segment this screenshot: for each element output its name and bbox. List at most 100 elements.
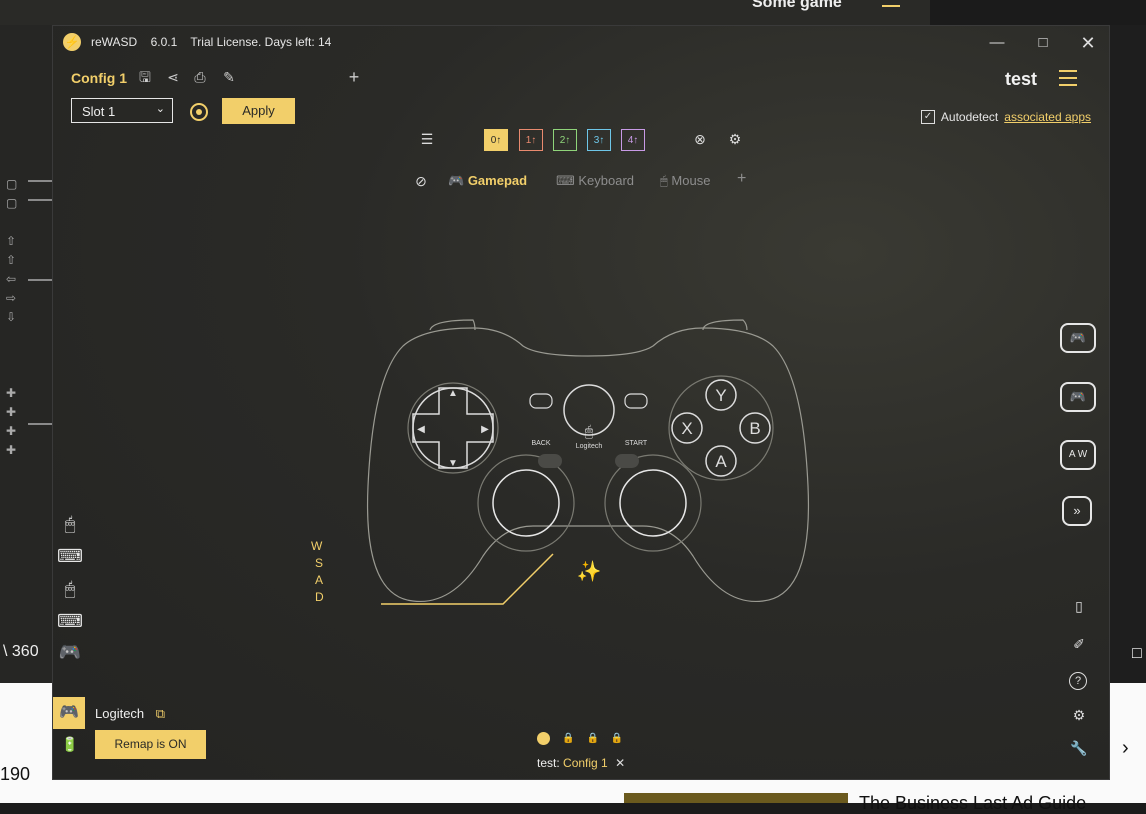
button-y-label: Y <box>715 386 726 405</box>
slot-1-active-indicator[interactable] <box>537 732 550 745</box>
chevron-down-icon: ⌄ <box>155 103 165 115</box>
maximize-button[interactable]: □ <box>1023 30 1063 56</box>
dpad-up-icon: ▲ <box>448 388 458 399</box>
active-config-label: test: Config 1 ✕ <box>537 756 626 770</box>
battery-icon: 🔋 <box>61 736 79 752</box>
layer-3-button[interactable]: 3↑ <box>587 129 611 151</box>
background-menu-icon <box>882 5 900 7</box>
layer-4-button[interactable]: 4↑ <box>621 129 645 151</box>
xbox-icon[interactable]: ⊗ <box>690 129 710 149</box>
magic-wand-icon: ✨ <box>577 560 602 583</box>
slot-4-lock-icon[interactable]: 🔒 <box>611 733 623 744</box>
background-window-top: Some game <box>0 0 930 25</box>
remap-toggle-button[interactable]: Remap is ON <box>95 730 206 759</box>
help-icon[interactable]: ? <box>1069 672 1087 690</box>
mobile-device-icon[interactable]: ▯ <box>1069 596 1089 616</box>
left-stick-mapping-line <box>381 553 554 605</box>
virtual-ds4-controller-icon[interactable]: 🎮 <box>1060 382 1096 412</box>
virtual-xbox-controller-icon[interactable]: 🎮 <box>1060 323 1096 353</box>
associated-apps-link[interactable]: associated apps <box>1004 110 1091 124</box>
profile-name[interactable]: test <box>1005 69 1037 90</box>
sidebar-keyboard-mouse-icon[interactable]: ⌨ <box>53 607 87 635</box>
window-title: reWASD 6.0.1 Trial License. Days left: 1… <box>91 35 341 49</box>
active-device-gamepad-icon[interactable]: 🎮 <box>53 697 85 729</box>
minimize-button[interactable]: — <box>977 30 1017 56</box>
background-thumbnail <box>624 793 848 803</box>
sidebar-keyboard-icon[interactable]: ⌨ <box>53 542 87 570</box>
rewasd-logo-icon: ⚡ <box>63 33 81 51</box>
button-a-label: A <box>715 452 727 471</box>
apply-button[interactable]: Apply <box>222 98 295 124</box>
dpad-left-icon: ◀ <box>417 424 425 435</box>
sidebar-mouse-icon[interactable]: 🖱 <box>53 575 87 603</box>
print-icon[interactable]: ⎙ <box>191 68 209 86</box>
save-icon[interactable]: 🖫 <box>136 68 154 86</box>
background-icons: ▢ ▢ ⇧ ⇧ ⇦ ⇨ ⇩ ✚ ✚ ✚ ✚ <box>6 177 18 457</box>
slot-indicators: 🔒 🔒 🔒 <box>537 732 623 745</box>
slot-2-lock-icon[interactable]: 🔒 <box>562 733 574 744</box>
autodetect-toggle[interactable]: ✓ Autodetect associated apps <box>920 110 1091 124</box>
target-icon[interactable] <box>190 103 208 121</box>
button-x-label: X <box>681 419 692 438</box>
edit-icon[interactable]: ✎ <box>220 68 238 86</box>
highlight-icon[interactable]: ✐ <box>1069 634 1089 654</box>
background-left-panel: ▢ ▢ ⇧ ⇧ ⇦ ⇨ ⇩ ✚ ✚ ✚ ✚ <box>0 25 52 685</box>
app-name: reWASD <box>91 35 138 49</box>
gamepad-diagram: BACK START Logitech Y X B A 🖱 ▲ ▼ ◀ ▶ ✨ <box>366 319 810 605</box>
config-name[interactable]: Config 1 <box>71 70 127 86</box>
layer-2-button[interactable]: 2↑ <box>553 129 577 151</box>
app-version: 6.0.1 <box>150 35 178 49</box>
hamburger-menu-icon[interactable] <box>1059 70 1077 88</box>
rewasd-engine-icon[interactable]: » <box>1062 496 1092 526</box>
button-b-label: B <box>749 419 760 438</box>
rewasd-window: ⚡ reWASD 6.0.1 Trial License. Days left:… <box>52 25 1110 780</box>
dpad-down-icon: ▼ <box>448 458 458 469</box>
background-right-panel: □ <box>1110 25 1146 685</box>
right-stick <box>619 469 687 537</box>
right-small-pad <box>615 454 639 468</box>
license-status: Trial License. Days left: 14 <box>190 35 332 49</box>
hide-unmapped-eye-icon[interactable]: ⊘ <box>411 171 431 191</box>
shift-settings-icon[interactable]: ⚙ <box>725 129 745 149</box>
slot-3-lock-icon[interactable]: 🔒 <box>586 733 598 744</box>
key-remap-icon[interactable]: A W <box>1060 440 1096 470</box>
background-resolution: \ 360 <box>3 643 39 660</box>
layer-1-button[interactable]: 1↑ <box>519 129 543 151</box>
titlebar: ⚡ reWASD 6.0.1 Trial License. Days left:… <box>53 26 1109 59</box>
autodetect-label: Autodetect <box>940 110 999 124</box>
layer-0-button[interactable]: 0↑ <box>484 129 508 151</box>
device-name[interactable]: Logitech ⧉ <box>95 706 165 722</box>
sidebar-gamepad-icon[interactable]: 🎮 <box>53 638 87 666</box>
background-title: Some game <box>752 0 842 11</box>
background-square-icon: □ <box>1132 645 1142 662</box>
left-small-pad <box>538 454 562 468</box>
close-window-button[interactable]: ✕ <box>1068 30 1108 56</box>
settings-gear-icon[interactable]: ⚙ <box>1069 705 1089 725</box>
share-icon[interactable]: ⋖ <box>164 68 182 86</box>
tab-gamepad[interactable]: 🎮 Gamepad <box>448 173 527 189</box>
back-label: BACK <box>531 440 550 447</box>
sidebar-mouse-gamepad-icon[interactable]: 🖱 <box>53 510 87 538</box>
dpad-right-icon: ▶ <box>481 424 489 435</box>
tab-keyboard[interactable]: ⌨ Keyboard <box>556 173 634 189</box>
logitech-logo-icon: 🖱 <box>585 423 594 439</box>
back-button <box>529 393 553 409</box>
slot-select[interactable]: Slot 1 ⌄ <box>71 98 173 123</box>
add-device-tab-icon[interactable]: + <box>737 170 746 188</box>
remove-config-icon[interactable]: ✕ <box>615 756 625 770</box>
active-config-name[interactable]: Config 1 <box>563 756 608 770</box>
start-label: START <box>625 440 648 447</box>
logitech-label: Logitech <box>576 443 603 450</box>
left-stick-mapping-label[interactable]: W S A D <box>311 538 324 606</box>
slot-select-value: Slot 1 <box>82 104 116 119</box>
tools-wrench-icon[interactable]: 🔧 <box>1069 738 1089 758</box>
background-next-icon[interactable]: › <box>1122 737 1129 760</box>
add-config-icon[interactable]: + <box>345 68 363 86</box>
rename-device-icon[interactable]: ⧉ <box>156 706 165 721</box>
tab-mouse[interactable]: 🖱 Mouse <box>660 173 710 189</box>
list-view-icon[interactable]: ☰ <box>417 129 437 149</box>
background-headline: The Business Last Ad Guide <box>859 793 1087 813</box>
autodetect-checkbox[interactable]: ✓ <box>920 110 935 124</box>
background-number: 190 <box>0 764 31 784</box>
start-button <box>624 393 648 409</box>
